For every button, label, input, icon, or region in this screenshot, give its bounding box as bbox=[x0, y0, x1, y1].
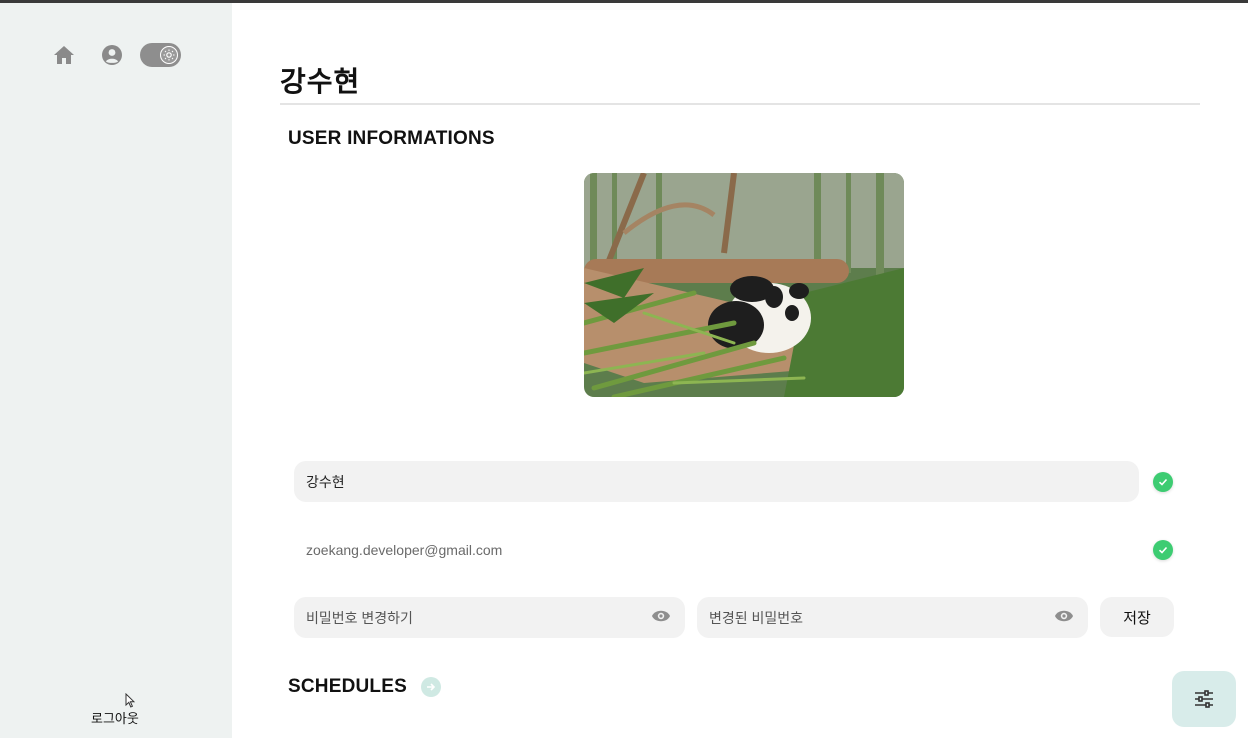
eye-icon[interactable] bbox=[651, 608, 671, 627]
theme-toggle[interactable] bbox=[140, 43, 181, 67]
user-circle-icon[interactable] bbox=[100, 43, 124, 67]
name-field[interactable]: 강수현 bbox=[294, 461, 1139, 502]
email-field: zoekang.developer@gmail.com bbox=[306, 541, 503, 558]
schedules-section-title: SCHEDULES bbox=[288, 676, 441, 698]
sliders-icon bbox=[1195, 690, 1213, 708]
check-circle-icon bbox=[1153, 540, 1173, 560]
mouse-cursor-icon bbox=[125, 693, 135, 708]
arrow-right-icon[interactable] bbox=[420, 677, 441, 697]
profile-photo[interactable] bbox=[584, 173, 904, 397]
check-circle-icon bbox=[1153, 472, 1173, 492]
new-password-input[interactable]: 변경된 비밀번호 bbox=[697, 597, 1088, 638]
new-password-placeholder: 변경된 비밀번호 bbox=[709, 609, 804, 626]
password-input[interactable]: 비밀번호 변경하기 bbox=[294, 597, 685, 638]
user-info-section-title: USER INFORMATIONS bbox=[288, 128, 495, 149]
page-title: 강수현 bbox=[280, 66, 361, 97]
sidebar-icon-bar bbox=[52, 43, 181, 67]
logout-button[interactable]: 로그아웃 bbox=[91, 708, 139, 727]
password-placeholder: 비밀번호 변경하기 bbox=[306, 609, 413, 626]
home-icon[interactable] bbox=[52, 43, 76, 67]
eye-icon[interactable] bbox=[1054, 608, 1074, 627]
save-button[interactable]: 저장 bbox=[1100, 597, 1174, 637]
title-divider bbox=[280, 103, 1200, 105]
settings-sliders-button[interactable] bbox=[1172, 671, 1236, 727]
sun-icon bbox=[160, 46, 178, 64]
schedules-title-text: SCHEDULES bbox=[288, 676, 407, 697]
sidebar: 로그아웃 bbox=[0, 3, 232, 738]
